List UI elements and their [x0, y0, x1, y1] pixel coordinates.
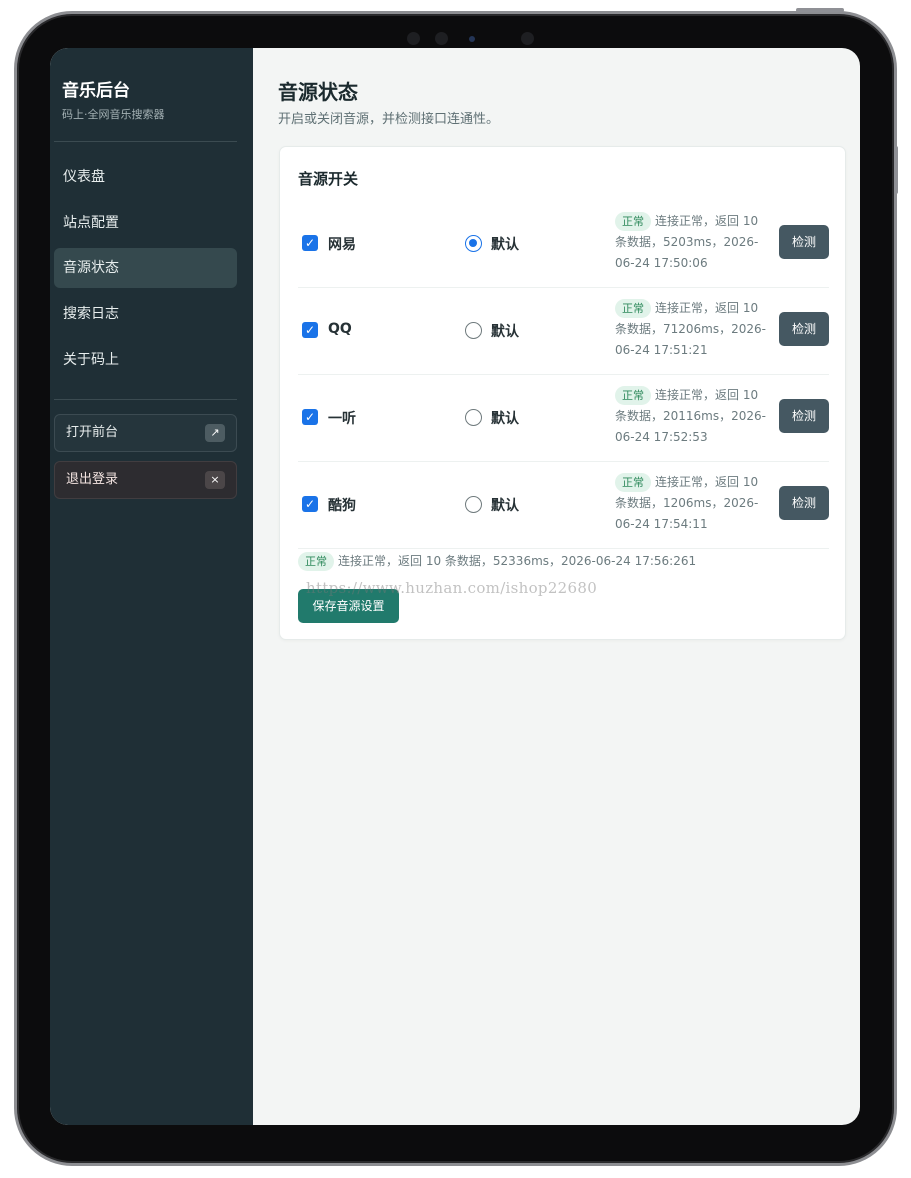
default-label: 默认: [491, 237, 519, 253]
sidebar-divider: [54, 399, 237, 400]
default-label: 默认: [491, 498, 519, 514]
page-subtitle: 开启或关闭音源，并检测接口连通性。: [278, 112, 500, 127]
main-content: 音源状态 开启或关闭音源，并检测接口连通性。 音源开关 ✓ 网易 默认 正常 连接…: [253, 48, 860, 1125]
status-text: 正常 连接正常，返回 10 条数据，71206ms，2026- 06-24 17:…: [615, 299, 766, 357]
check-button[interactable]: 检测: [779, 312, 829, 346]
status-badge: 正常: [615, 386, 651, 405]
status-text: 正常 连接正常，返回 10 条数据，20116ms，2026- 06-24 17:…: [615, 386, 766, 444]
sidebar-item-source-status[interactable]: 音源状态: [54, 248, 237, 288]
source-enable-checkbox[interactable]: ✓: [302, 235, 318, 251]
summary-text: 连接正常，返回 10 条数据，52336ms，2026-06-24 17:56:…: [338, 554, 697, 568]
logout-button[interactable]: 退出登录 ×: [54, 461, 237, 499]
sensor-dot: [407, 32, 420, 45]
source-row: ✓ 酷狗 默认 正常 连接正常，返回 10 条数据，1206ms，2026- 06…: [298, 462, 829, 549]
sidebar-divider: [54, 141, 237, 142]
volume-button: [796, 8, 844, 12]
status-badge: 正常: [298, 552, 334, 571]
check-button[interactable]: 检测: [779, 486, 829, 520]
close-icon: ×: [205, 471, 225, 489]
summary-status: 正常 连接正常，返回 10 条数据，52336ms，2026-06-24 17:5…: [298, 551, 696, 572]
sidebar-item-about[interactable]: 关于码上: [54, 340, 237, 380]
source-row: ✓ 网易 默认 正常 连接正常，返回 10 条数据，5203ms，2026- 06…: [298, 201, 829, 288]
sidebar: 音乐后台 码上·全网音乐搜索器 仪表盘 站点配置 音源状态 搜索日志 关于码上 …: [50, 48, 253, 1125]
camera-lens: [469, 36, 475, 42]
source-row: ✓ QQ 默认 正常 连接正常，返回 10 条数据，71206ms，2026- 0…: [298, 288, 829, 375]
source-name: 酷狗: [328, 498, 356, 514]
default-radio[interactable]: [465, 322, 482, 339]
logout-label: 退出登录: [66, 472, 119, 487]
source-enable-checkbox[interactable]: ✓: [302, 409, 318, 425]
sensor-dot: [435, 32, 448, 45]
app-screen: 音乐后台 码上·全网音乐搜索器 仪表盘 站点配置 音源状态 搜索日志 关于码上 …: [50, 48, 860, 1125]
source-name: 一听: [328, 411, 356, 427]
side-button: [894, 146, 898, 194]
status-badge: 正常: [615, 212, 651, 231]
source-enable-checkbox[interactable]: ✓: [302, 322, 318, 338]
status-badge: 正常: [615, 299, 651, 318]
source-row: ✓ 一听 默认 正常 连接正常，返回 10 条数据，20116ms，2026- 0…: [298, 375, 829, 462]
status-text: 正常 连接正常，返回 10 条数据，5203ms，2026- 06-24 17:5…: [615, 212, 759, 270]
sensor-dot: [521, 32, 534, 45]
check-button[interactable]: 检测: [779, 399, 829, 433]
check-button[interactable]: 检测: [779, 225, 829, 259]
watermark-text: https://www.huzhan.com/ishop22680: [306, 579, 598, 597]
default-radio[interactable]: [465, 496, 482, 513]
card-title: 音源开关: [298, 170, 359, 188]
sidebar-item-search-log[interactable]: 搜索日志: [54, 294, 237, 334]
open-frontend-label: 打开前台: [66, 425, 119, 440]
source-name: QQ: [328, 321, 352, 337]
default-radio[interactable]: [465, 235, 482, 252]
default-label: 默认: [491, 411, 519, 427]
open-frontend-button[interactable]: 打开前台 ↗: [54, 414, 237, 452]
default-label: 默认: [491, 324, 519, 340]
status-badge: 正常: [615, 473, 651, 492]
sidebar-item-dashboard[interactable]: 仪表盘: [54, 157, 237, 197]
source-name: 网易: [328, 237, 356, 253]
external-link-icon: ↗: [205, 424, 225, 442]
default-radio[interactable]: [465, 409, 482, 426]
brand-title: 音乐后台: [62, 81, 130, 101]
sidebar-item-site-config[interactable]: 站点配置: [54, 203, 237, 243]
status-text: 正常 连接正常，返回 10 条数据，1206ms，2026- 06-24 17:5…: [615, 473, 759, 531]
brand-subtitle: 码上·全网音乐搜索器: [62, 108, 165, 121]
page-title: 音源状态: [278, 80, 358, 104]
source-enable-checkbox[interactable]: ✓: [302, 496, 318, 512]
source-switch-card: 音源开关 ✓ 网易 默认 正常 连接正常，返回 10 条数据，5203ms，202…: [279, 146, 846, 640]
